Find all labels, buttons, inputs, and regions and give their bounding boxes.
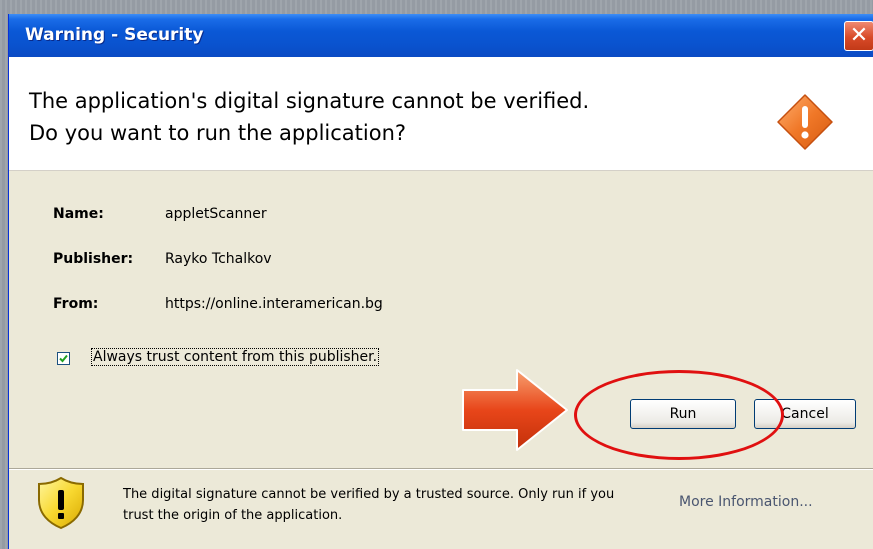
check-icon: [59, 354, 68, 363]
name-value: appletScanner: [165, 206, 267, 222]
publisher-label: Publisher:: [53, 251, 134, 267]
always-trust-checkbox[interactable]: [57, 352, 70, 365]
warning-diamond-icon: [777, 94, 833, 150]
more-information-link[interactable]: More Information...: [679, 494, 813, 510]
footer-warning-text: The digital signature cannot be verified…: [123, 487, 615, 523]
close-button[interactable]: ✕: [844, 21, 873, 51]
footer-divider: [9, 469, 873, 470]
publisher-value: Rayko Tchalkov: [165, 251, 272, 267]
warning-shield-icon: [38, 476, 84, 530]
highlight-circle-annotation: [574, 370, 784, 460]
title-bar[interactable]: Warning - Security ✕: [9, 14, 873, 57]
header-message: The application's digital signature cann…: [29, 85, 589, 149]
right-arrow-annotation-icon: [462, 369, 568, 451]
from-value: https://online.interamerican.bg: [165, 296, 383, 312]
name-label: Name:: [53, 206, 104, 222]
from-label: From:: [53, 296, 99, 312]
close-icon: ✕: [849, 23, 869, 48]
header-line-1: The application's digital signature cann…: [29, 89, 590, 113]
security-warning-dialog: Warning - Security ✕ The application's d…: [8, 14, 873, 549]
window-title: Warning - Security: [25, 25, 204, 45]
header-line-2: Do you want to run the application?: [29, 121, 407, 145]
header-panel: The application's digital signature cann…: [9, 57, 873, 171]
always-trust-label[interactable]: Always trust content from this publisher…: [91, 348, 380, 366]
